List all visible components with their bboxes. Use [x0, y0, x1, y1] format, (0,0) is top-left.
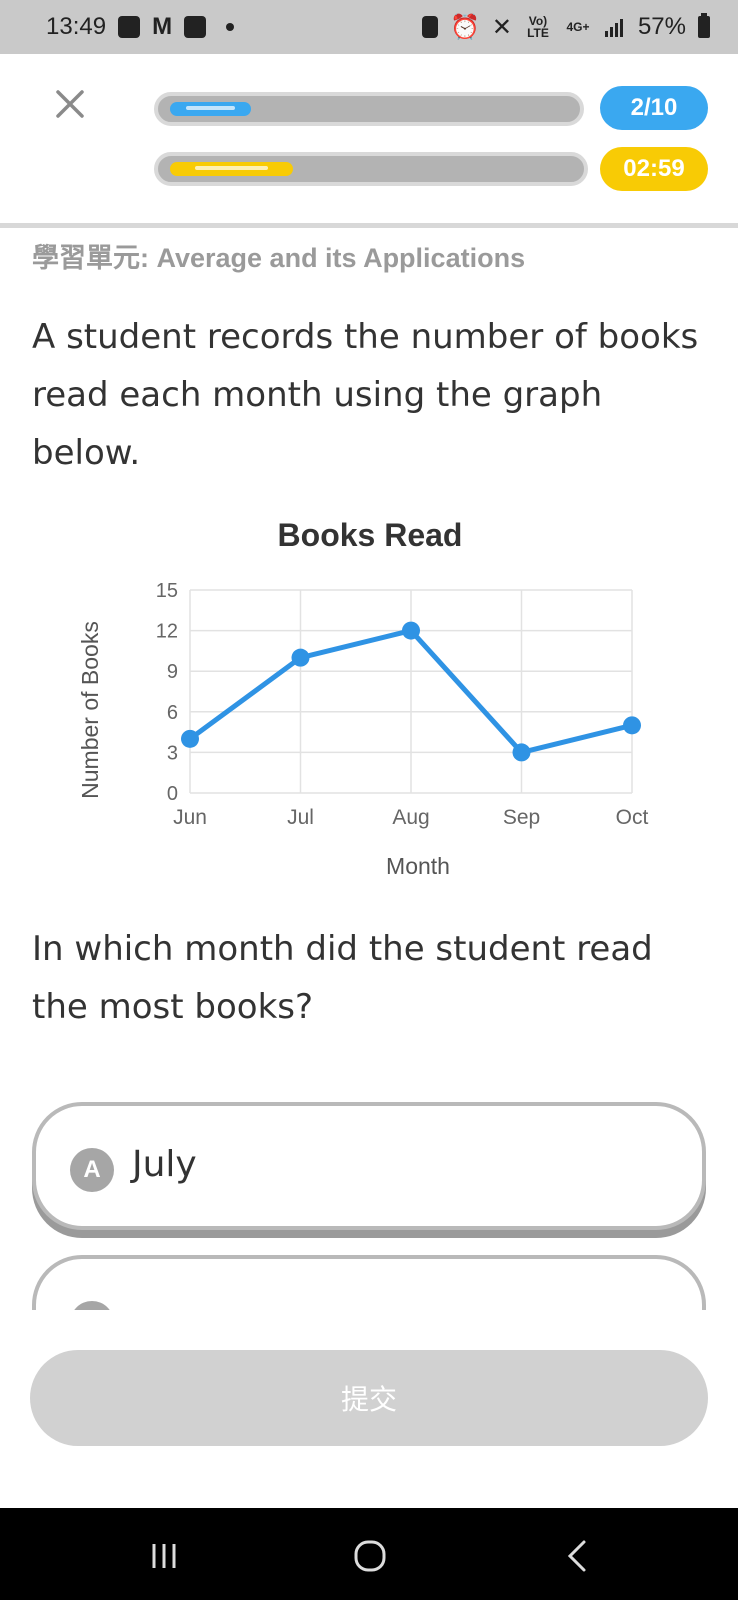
back-icon[interactable]	[558, 1536, 598, 1576]
option-b[interactable]	[32, 1255, 706, 1310]
unit-title: 學習單元: Average and its Applications	[32, 243, 526, 273]
data-point	[623, 716, 641, 735]
question-intro: A student records the number of books re…	[32, 317, 699, 473]
gmail-icon: M	[152, 13, 173, 40]
chart-svg: Books Read Number of Books Month 0 3 6 9 12 1…	[77, 517, 649, 879]
volte-icon: Vo) LTE	[527, 14, 549, 40]
question-prompt: In which month did the student read the …	[32, 929, 653, 1027]
data-point	[402, 621, 420, 640]
option-a-letter: A	[70, 1148, 114, 1192]
y-tick-label: 0	[167, 783, 178, 805]
4g-icon: 4G+	[566, 20, 590, 34]
y-tick-label: 3	[167, 742, 178, 764]
notification-dot	[226, 23, 235, 31]
data-point	[512, 743, 531, 762]
option-a-text: July	[132, 1144, 197, 1185]
y-tick-label: 6	[167, 702, 178, 724]
line-chart: Books Read Number of Books Month 0 3 6 9 12 1…	[60, 510, 700, 890]
y-tick-label: 15	[156, 580, 178, 602]
chart-title: Books Read	[278, 517, 463, 553]
y-tick-label: 9	[167, 661, 178, 683]
x-tick-label: Jun	[173, 806, 207, 829]
battery-icon	[698, 13, 710, 38]
data-point	[181, 729, 199, 748]
gallery-icon	[118, 16, 141, 38]
navigation-bar	[0, 1508, 738, 1600]
progress-bar	[154, 92, 584, 126]
option-a[interactable]: A July	[32, 1102, 706, 1230]
status-time: 13:49	[46, 13, 107, 40]
x-tick-label: Sep	[503, 806, 540, 829]
battery-saver-icon	[421, 16, 438, 38]
chart-y-axis-label: Number of Books	[77, 621, 103, 799]
question-counter-badge: 2/10	[600, 86, 708, 130]
progress-fill	[170, 102, 251, 116]
mute-icon: ✕	[491, 13, 512, 41]
close-icon	[56, 90, 84, 118]
chart-x-axis-label: Month	[386, 853, 450, 879]
x-tick-label: Oct	[616, 806, 649, 829]
battery-percent: 57%	[637, 13, 686, 40]
submit-button[interactable]: 提交	[30, 1350, 708, 1446]
timer-fill	[170, 162, 293, 176]
options-scroll-clip	[0, 1230, 738, 1310]
close-button[interactable]	[44, 78, 96, 130]
x-tick-label: Jul	[287, 806, 314, 829]
timer-badge: 02:59	[600, 147, 708, 191]
check-icon	[184, 16, 207, 38]
header-divider	[0, 223, 738, 228]
recent-apps-icon[interactable]	[144, 1536, 184, 1576]
y-tick-label: 12	[156, 621, 178, 643]
option-b-letter	[70, 1301, 114, 1310]
alarm-icon: ⏰	[449, 13, 480, 41]
home-icon[interactable]	[350, 1536, 390, 1576]
timer-bar	[154, 152, 588, 186]
status-bar: 13:49 M ⏰ ✕ Vo) LTE 4G+ 57%	[0, 0, 738, 54]
signal-icon	[604, 19, 623, 37]
x-tick-label: Aug	[392, 806, 429, 829]
data-point	[291, 648, 310, 667]
